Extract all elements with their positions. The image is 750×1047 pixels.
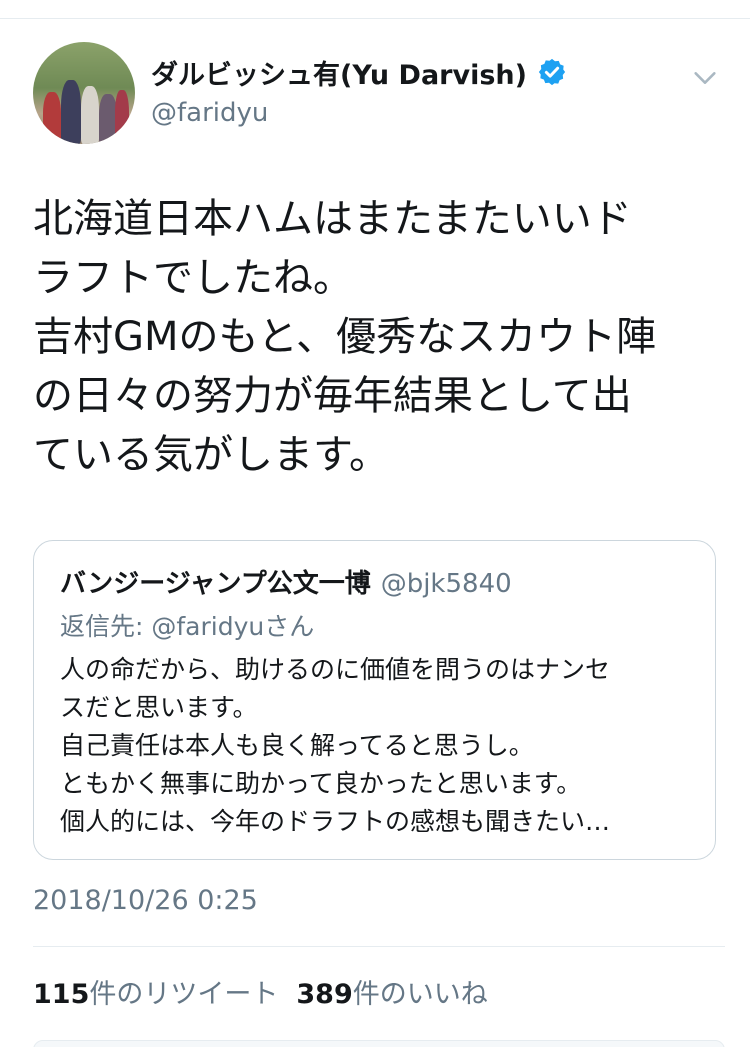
reply-box[interactable] [33,1040,725,1047]
tweet-stats: 115件のリツイート 389件のいいね [33,972,488,1011]
display-name-row: ダルビッシュ有(Yu Darvish) [151,52,567,92]
tweet-header: ダルビッシュ有(Yu Darvish) @faridyu [33,42,723,146]
author-display-name[interactable]: ダルビッシュ有(Yu Darvish) [151,53,527,92]
likes-label: 件のいいね [352,979,488,1010]
quoted-author-name: バンジージャンプ公文一博 [60,569,371,599]
author-handle[interactable]: @faridyu [151,98,567,128]
likes-count: 389 [296,979,353,1010]
chevron-down-icon[interactable] [691,64,719,92]
likes-stat[interactable]: 389件のいいね [296,979,487,1010]
avatar[interactable] [33,42,135,144]
quoted-tweet-card[interactable]: バンジージャンプ公文一博 @bjk5840 返信先: @faridyuさん 人の命… [33,540,716,860]
verified-badge-icon [538,58,566,86]
tweet-detail-screen: ダルビッシュ有(Yu Darvish) @faridyu 北海道日本ハムはまたま… [0,0,750,1047]
quoted-tweet-header: バンジージャンプ公文一博 @bjk5840 [60,563,512,600]
retweets-count: 115 [33,979,90,1010]
author-names: ダルビッシュ有(Yu Darvish) @faridyu [151,52,567,128]
quoted-tweet-text: 人の命だから、助けるのに価値を問うのはナンセ スだと思います。 自己責任は本人も… [60,655,611,836]
quoted-reply-to: 返信先: @faridyuさん [60,612,315,641]
stats-divider [33,946,725,947]
quoted-author-handle: @bjk5840 [380,569,512,599]
top-divider [0,18,750,19]
retweets-stat[interactable]: 115件のリツイート [33,979,278,1010]
retweets-label: 件のリツイート [89,979,279,1010]
tweet-timestamp: 2018/10/26 0:25 [33,885,258,916]
tweet-text: 北海道日本ハムはまたまたいいド ラフトでしたね。 吉村GMのもと、優秀なスカウト… [33,196,657,478]
